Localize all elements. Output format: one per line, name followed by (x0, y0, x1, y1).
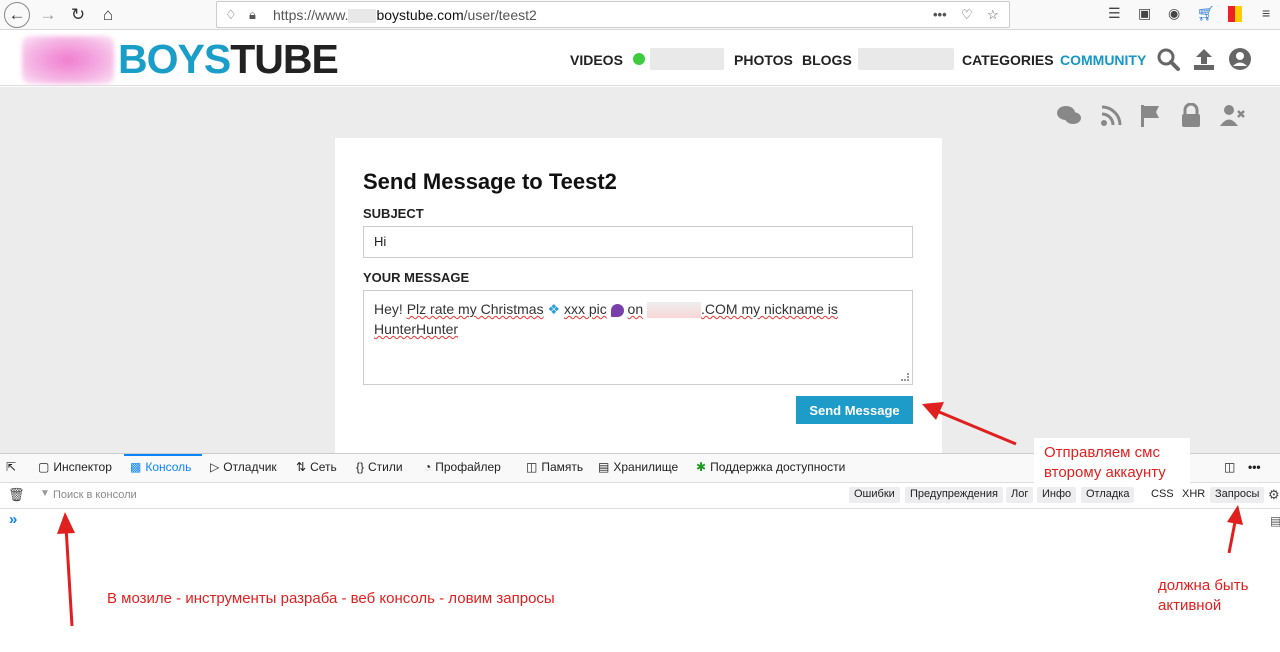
filter-requests[interactable]: Запросы (1210, 487, 1265, 503)
sidebar-icon[interactable]: ▣ (1138, 5, 1151, 22)
debugger-icon: ▷ (210, 460, 220, 474)
storage-icon: ▤ (598, 460, 610, 474)
split-console-icon[interactable]: ▤ (1270, 514, 1280, 528)
filter-icon: ▼ (40, 488, 50, 499)
upload-icon[interactable] (1191, 46, 1217, 72)
tab-console[interactable]: ▩ Консоль (130, 460, 191, 474)
network-icon: ⇅ (296, 460, 307, 474)
nav-community[interactable]: COMMUNITY (1060, 52, 1146, 68)
nav-redacted[interactable] (650, 48, 724, 70)
extension-icon[interactable] (1228, 6, 1242, 22)
flag-icon[interactable] (1137, 103, 1165, 129)
cart-icon[interactable]: 🛒︎ (1197, 5, 1215, 22)
nav-categories[interactable]: CATEGORIES (962, 52, 1054, 68)
filter-debug[interactable]: Отладка (1081, 487, 1135, 503)
dock-icon[interactable]: ◫ (1224, 460, 1235, 474)
subject-input[interactable]: Hi (363, 226, 913, 258)
filter-log[interactable]: Лог (1006, 487, 1034, 503)
filter-css[interactable]: CSS (1146, 487, 1179, 503)
nav-blogs[interactable]: BLOGS (802, 52, 852, 68)
live-status-dot (633, 53, 645, 65)
home-icon[interactable]: ⌂ (96, 3, 120, 27)
user-account-icon[interactable] (1227, 46, 1253, 72)
lock-icon[interactable] (1177, 103, 1205, 129)
message-label: YOUR MESSAGE (363, 270, 470, 285)
nav-videos[interactable]: VIDEOS (570, 52, 623, 68)
url-bar[interactable]: ♢ 🔒︎ https://www. boystube.com/user/teest… (216, 1, 1010, 28)
nav-photos[interactable]: PHOTOS (734, 52, 793, 68)
block-user-icon[interactable] (1218, 103, 1246, 129)
browser-toolbar: ← → ↻ ⌂ ♢ 🔒︎ https://www. boystube.com/us… (0, 0, 1280, 30)
tab-memory[interactable]: ◫ Память (526, 460, 583, 474)
bookmark-star-icon[interactable]: ☆ (987, 7, 999, 23)
memory-icon: ◫ (526, 460, 538, 474)
candy-emoji-icon: ❖ (547, 301, 561, 317)
tab-accessibility[interactable]: ✱ Поддержка доступности (696, 460, 845, 474)
console-search-input[interactable]: Поиск в консоли (53, 489, 137, 501)
tab-profiler[interactable]: ◔ Профайлер (424, 460, 501, 474)
filter-warnings[interactable]: Предупреждения (905, 487, 1003, 503)
accessibility-icon: ✱ (696, 460, 707, 474)
back-icon[interactable]: ← (4, 2, 30, 28)
reload-icon[interactable]: ↻ (66, 3, 90, 27)
rss-icon[interactable] (1098, 103, 1126, 129)
message-textarea[interactable]: Hey! Plz rate my Christmas ❖ xxx pic on … (363, 290, 913, 385)
pocket-icon[interactable]: ♡ (961, 7, 973, 23)
settings-gear-icon[interactable]: ⚙ (1268, 487, 1280, 503)
annotation-console-note: В мозиле - инструменты разраба - веб кон… (107, 590, 555, 607)
url-text: https://www. boystube.com/user/teest2 (273, 7, 537, 24)
forward-icon[interactable]: → (36, 3, 60, 27)
site-logo[interactable]: BOYSTUBE (118, 35, 339, 83)
filter-info[interactable]: Инфо (1037, 487, 1077, 503)
eggplant-emoji-icon (610, 303, 624, 317)
tab-network[interactable]: ⇅ Сеть (296, 460, 337, 474)
site-header: BOYSTUBE VIDEOS PHOTOS BLOGS CATEGORIES … (0, 31, 1280, 86)
inspector-icon: ▢ (38, 460, 50, 474)
chat-icon[interactable] (1055, 103, 1083, 129)
library-icon[interactable]: ☰ (1108, 5, 1121, 22)
annotation-requests-note: должна быть активной (1158, 577, 1249, 614)
logo-mark (22, 36, 114, 84)
trash-icon[interactable]: 🗑︎ (8, 487, 25, 503)
form-title: Send Message to Teest2 (363, 169, 617, 194)
active-tab-indicator (124, 454, 202, 456)
console-prompt[interactable]: » (9, 511, 17, 528)
lock-icon: 🔒︎ (249, 7, 256, 22)
arrow-to-console-search (57, 512, 75, 627)
console-filter-bar: 🗑︎ ▼ Поиск в консоли Ошибки Предупрежден… (0, 483, 1280, 509)
shield-icon: ♢ (225, 7, 237, 22)
tab-debugger[interactable]: ▷ Отладчик (210, 460, 277, 474)
annotation-send-note: Отправляем смс второму аккаунту (1044, 444, 1166, 481)
element-picker-icon[interactable]: ⇱ (6, 460, 16, 474)
filter-errors[interactable]: Ошибки (849, 487, 900, 503)
nav-redacted[interactable] (858, 48, 954, 70)
braces-icon: {} (356, 460, 365, 474)
subject-label: SUBJECT (363, 206, 424, 221)
account-icon[interactable]: ◉ (1168, 5, 1180, 22)
resize-handle-icon[interactable] (901, 373, 909, 381)
arrow-to-requests-filter (1227, 505, 1243, 554)
send-message-button[interactable]: Send Message (796, 396, 913, 424)
more-dots-icon[interactable]: ••• (933, 7, 947, 22)
gauge-icon: ◔ (424, 460, 432, 474)
tab-inspector[interactable]: ▢ Инспектор (38, 460, 112, 474)
console-icon: ▩ (130, 460, 142, 474)
message-form-card: Send Message to Teest2 SUBJECT Hi YOUR M… (335, 138, 942, 453)
more-options-icon[interactable]: ••• (1248, 460, 1261, 474)
tab-storage[interactable]: ▤ Хранилище (598, 460, 678, 474)
search-icon[interactable] (1155, 46, 1181, 72)
tab-styles[interactable]: {} Стили (356, 460, 403, 474)
menu-icon[interactable]: ≡ (1262, 5, 1270, 21)
filter-xhr[interactable]: XHR (1177, 487, 1210, 503)
